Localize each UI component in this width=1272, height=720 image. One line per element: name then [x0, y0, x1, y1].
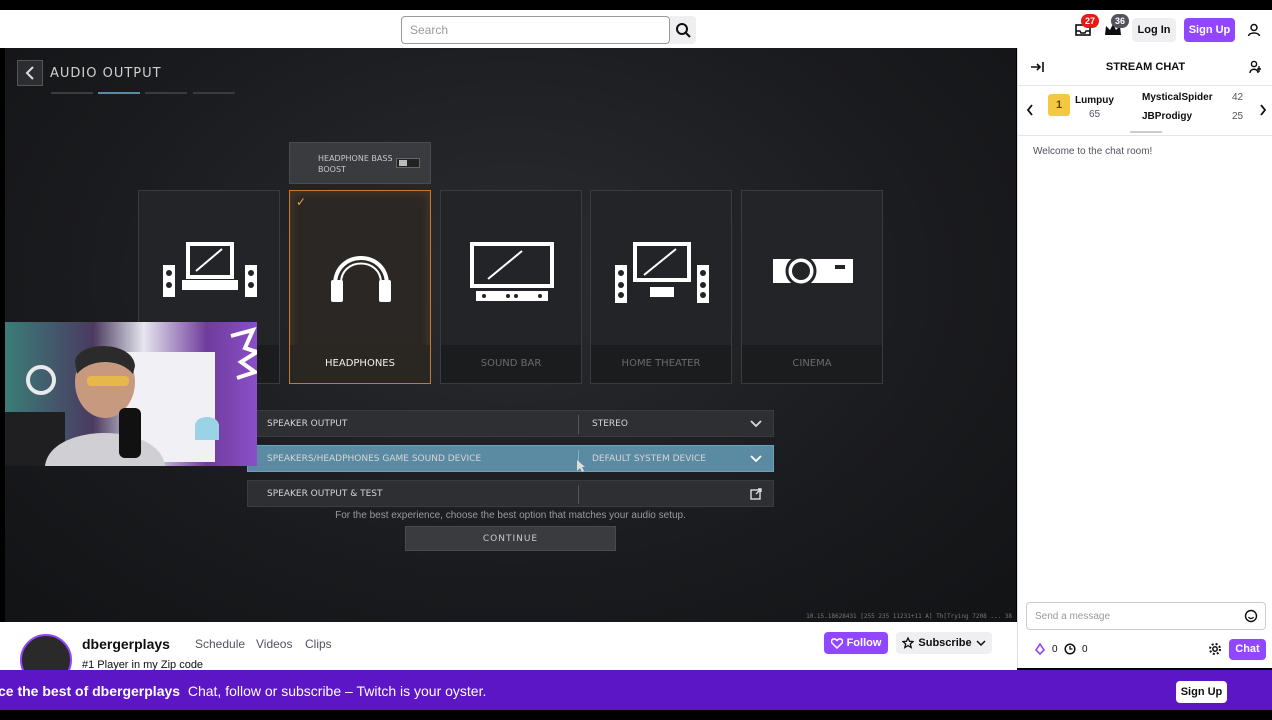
- card-label: HEADPHONES: [290, 345, 430, 383]
- banner-subtitle: Chat, follow or subscribe – Twitch is yo…: [187, 683, 487, 699]
- webcam-overlay: [5, 322, 257, 466]
- leaderboard: 1 Lumpuy 65 MysticalSpider 42 JBProdigy …: [1018, 86, 1272, 136]
- channel-info-bar: dbergerplays Schedule Videos Clips #1 Pl…: [0, 622, 1017, 686]
- chevron-down-icon[interactable]: [749, 452, 763, 466]
- tab-schedule[interactable]: Schedule: [195, 637, 245, 651]
- external-link-icon[interactable]: [749, 487, 763, 501]
- page-title: AUDIO OUTPUT: [50, 66, 162, 81]
- channel-points-icon[interactable]: [1064, 643, 1076, 655]
- notifications-badge: 27: [1081, 14, 1099, 28]
- follow-button[interactable]: Follow: [824, 632, 888, 654]
- chat-input[interactable]: Send a message: [1026, 602, 1266, 630]
- hint-text: For the best experience, choose the best…: [335, 510, 686, 521]
- leaderboard-name[interactable]: Lumpuy: [1075, 95, 1114, 106]
- whispers-badge: 36: [1111, 14, 1129, 28]
- heart-icon: [830, 637, 843, 649]
- banner-text: ce the best of dbergerplays Chat, follow…: [0, 683, 486, 699]
- leaderboard-name[interactable]: MysticalSpider: [1142, 92, 1213, 103]
- inbox-button[interactable]: 27: [1073, 14, 1099, 40]
- star-icon: [902, 637, 915, 649]
- audio-card-soundbar[interactable]: SOUND BAR: [440, 190, 582, 384]
- search-input[interactable]: Search: [401, 16, 670, 44]
- chat-title: STREAM CHAT: [1105, 61, 1186, 73]
- game-sound-device-row[interactable]: SPEAKERS/HEADPHONES GAME SOUND DEVICE DE…: [247, 445, 774, 472]
- home-theater-icon: [615, 242, 709, 303]
- soundbar-icon: [470, 242, 554, 301]
- login-button[interactable]: Log In: [1132, 18, 1176, 42]
- welcome-message: Welcome to the chat room!: [1033, 146, 1153, 157]
- banner-signup-button[interactable]: Sign Up: [1176, 681, 1227, 703]
- bits-icon[interactable]: [1034, 643, 1046, 655]
- rank-one-badge-icon: 1: [1048, 94, 1070, 116]
- chevron-right-icon[interactable]: [1259, 104, 1267, 116]
- chat-panel: STREAM CHAT 1 Lumpuy 65 MysticalSpider 4…: [1017, 48, 1272, 668]
- chevron-down-icon: [976, 640, 986, 646]
- carousel-indicator: [1130, 131, 1162, 133]
- user-icon: [1247, 23, 1261, 37]
- users-icon[interactable]: [1249, 60, 1263, 74]
- toggle-switch[interactable]: [396, 158, 420, 168]
- card-label: SOUND BAR: [441, 345, 581, 383]
- leaderboard-count: 42: [1232, 92, 1244, 103]
- chat-header: STREAM CHAT: [1018, 48, 1272, 86]
- projector-icon: [773, 255, 853, 287]
- emote-icon[interactable]: [1244, 609, 1258, 623]
- bass-boost-toggle[interactable]: HEADPHONE BASS BOOST: [289, 142, 431, 184]
- leaderboard-count: 25: [1232, 111, 1244, 122]
- subscribe-label: Subscribe: [918, 637, 972, 649]
- speaker-test-row[interactable]: SPEAKER OUTPUT & TEST: [247, 480, 774, 507]
- audio-card-headphones[interactable]: ✓ HEADPHONES: [289, 190, 431, 384]
- page: Search 27 36 Log In Sign Up AUDIO OUTPUT…: [0, 0, 1272, 720]
- headphones-icon: [331, 256, 391, 302]
- tv-speakers-icon: [163, 242, 257, 297]
- audio-card-cinema[interactable]: CINEMA: [741, 190, 883, 384]
- progress-segment: [193, 92, 235, 94]
- back-button[interactable]: [17, 60, 43, 86]
- progress-segment-active: [98, 92, 140, 94]
- card-label: HOME THEATER: [591, 345, 731, 383]
- whispers-button[interactable]: 36: [1103, 14, 1129, 40]
- banner-title: ce the best of dbergerplays: [0, 683, 181, 699]
- bits-count: 0: [1052, 644, 1058, 655]
- checkmark-icon: ✓: [296, 195, 307, 209]
- user-menu-button[interactable]: [1244, 20, 1264, 40]
- progress-segment: [145, 92, 187, 94]
- leaderboard-name[interactable]: JBProdigy: [1142, 111, 1192, 122]
- debug-text: 10.15.18628431 [255 235 11231+11 A] Th[T…: [806, 613, 1012, 620]
- continue-button[interactable]: CONTINUE: [405, 526, 616, 551]
- bass-boost-label: HEADPHONE BASS BOOST: [318, 154, 393, 174]
- chevron-down-icon[interactable]: [749, 417, 763, 431]
- channel-name[interactable]: dbergerplays: [82, 636, 170, 652]
- signup-button[interactable]: Sign Up: [1184, 18, 1235, 42]
- search-icon: [676, 23, 691, 38]
- row-label: SPEAKER OUTPUT: [267, 419, 348, 429]
- points-count: 0: [1082, 644, 1088, 655]
- gear-icon[interactable]: [1208, 642, 1222, 656]
- top-nav: Search 27 36 Log In Sign Up: [0, 10, 1272, 48]
- search-button[interactable]: [670, 16, 696, 44]
- row-value: STEREO: [592, 419, 628, 429]
- card-label: CINEMA: [742, 345, 882, 383]
- mouse-cursor-icon: [577, 460, 585, 472]
- row-label: SPEAKERS/HEADPHONES GAME SOUND DEVICE: [267, 454, 482, 464]
- subscribe-button[interactable]: Subscribe: [896, 632, 992, 654]
- follow-label: Follow: [846, 637, 882, 649]
- tab-videos[interactable]: Videos: [256, 637, 292, 651]
- progress-segment: [51, 92, 93, 94]
- chat-send-button[interactable]: Chat: [1229, 639, 1266, 660]
- row-label: SPEAKER OUTPUT & TEST: [267, 489, 383, 499]
- signup-banner: ce the best of dbergerplays Chat, follow…: [0, 670, 1272, 710]
- streamer-image: [5, 326, 257, 466]
- chevron-left-icon: [25, 66, 34, 80]
- tab-clips[interactable]: Clips: [305, 637, 332, 651]
- speaker-output-row[interactable]: SPEAKER OUTPUT STEREO: [247, 410, 774, 437]
- audio-card-home-theater[interactable]: HOME THEATER: [590, 190, 732, 384]
- chevron-left-icon[interactable]: [1026, 104, 1034, 116]
- leaderboard-count: 65: [1089, 109, 1101, 120]
- row-value: DEFAULT SYSTEM DEVICE: [592, 454, 706, 464]
